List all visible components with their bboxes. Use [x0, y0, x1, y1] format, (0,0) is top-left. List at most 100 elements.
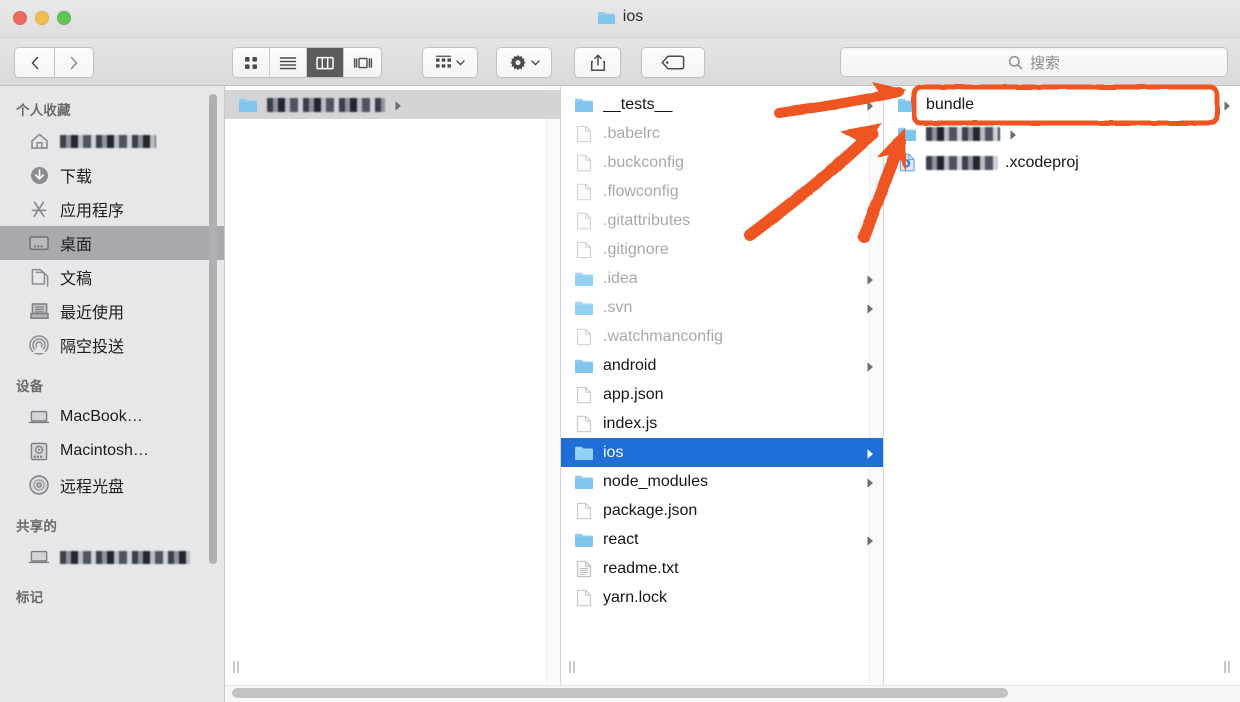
- sidebar-scrollbar[interactable]: [209, 94, 217, 564]
- finder-content: 个人收藏 下载 应用程序 桌面 文稿 最近使用 隔空投送 设备 MacBook……: [0, 86, 1240, 702]
- gallery-view-button[interactable]: [344, 48, 381, 77]
- sidebar-item-airdrop[interactable]: 隔空投送: [0, 328, 224, 362]
- list-item[interactable]: .babelrc: [561, 119, 883, 148]
- list-item[interactable]: .gitignore: [561, 235, 883, 264]
- documents-icon: [28, 266, 50, 288]
- search-field[interactable]: 搜索: [840, 47, 1228, 77]
- disclosure-arrow-icon: [1009, 128, 1018, 140]
- view-mode-group: [232, 47, 382, 78]
- close-button[interactable]: [13, 11, 27, 25]
- applications-icon: [28, 198, 50, 220]
- disclosure-arrow-icon: [866, 534, 875, 546]
- sidebar-item-applications[interactable]: 应用程序: [0, 192, 224, 226]
- list-item[interactable]: android: [561, 351, 883, 380]
- text-file-icon: [574, 560, 594, 578]
- disclosure-arrow-icon: [866, 99, 875, 111]
- list-item-label: .gitattributes: [603, 211, 691, 229]
- column-3: bundle .xcodeproj: [884, 86, 1240, 702]
- list-icon: [279, 56, 297, 69]
- list-item-label: yarn.lock: [603, 588, 668, 606]
- window-title: ios: [0, 8, 1240, 26]
- sidebar-item-desktop[interactable]: 桌面: [0, 226, 224, 260]
- list-item-label: [267, 97, 385, 112]
- sidebar-item-macbook-label: MacBook…: [60, 408, 143, 425]
- sidebar-item-home-label: [60, 134, 156, 148]
- sidebar-item-macintosh-hd-label: Macintosh…: [60, 442, 149, 459]
- disclosure-arrow-icon: [866, 476, 875, 488]
- list-item[interactable]: yarn.lock: [561, 583, 883, 612]
- list-item-label: .watchmanconfig: [603, 327, 724, 345]
- search-icon: [1008, 55, 1023, 69]
- arrange-button[interactable]: [422, 47, 478, 78]
- disclosure-arrow-icon: [866, 273, 875, 285]
- list-item[interactable]: index.js: [561, 409, 883, 438]
- action-menu-button[interactable]: [496, 47, 552, 78]
- sidebar-item-macintosh-hd[interactable]: Macintosh…: [0, 434, 224, 468]
- horizontal-scrollbar-thumb[interactable]: [232, 688, 1008, 698]
- list-item-label: bundle: [926, 95, 975, 113]
- tags-button[interactable]: [641, 47, 705, 78]
- list-item-selected[interactable]: ios: [561, 438, 883, 467]
- folder-icon: [238, 96, 258, 114]
- folder-icon: [897, 96, 917, 114]
- laptop-icon: [28, 546, 50, 568]
- list-item[interactable]: .buckconfig: [561, 148, 883, 177]
- list-item-label: .flowconfig: [603, 182, 679, 200]
- sidebar-item-shared-computer[interactable]: [0, 540, 224, 574]
- harddisk-icon: [28, 440, 50, 462]
- traffic-lights: [13, 11, 71, 25]
- back-button[interactable]: [14, 47, 54, 78]
- sidebar-item-recents[interactable]: 最近使用: [0, 294, 224, 328]
- folder-icon: [574, 96, 594, 114]
- column-2-resize-handle[interactable]: [566, 660, 578, 674]
- list-item[interactable]: bundle: [884, 90, 1240, 119]
- sidebar-item-downloads-label: 下载: [60, 169, 93, 186]
- forward-button[interactable]: [54, 47, 94, 78]
- minimize-button[interactable]: [35, 11, 49, 25]
- sidebar-item-home[interactable]: [0, 124, 224, 158]
- column-3-resize-handle[interactable]: [1221, 660, 1233, 674]
- sidebar-item-remote-disc[interactable]: 远程光盘: [0, 468, 224, 502]
- sidebar-item-downloads[interactable]: 下载: [0, 158, 224, 192]
- share-button[interactable]: [574, 47, 621, 78]
- list-item[interactable]: readme.txt: [561, 554, 883, 583]
- list-item[interactable]: package.json: [561, 496, 883, 525]
- list-item[interactable]: .idea: [561, 264, 883, 293]
- list-item[interactable]: app.json: [561, 380, 883, 409]
- list-item-label-redacted: [926, 155, 998, 170]
- sidebar-item-macbook[interactable]: MacBook…: [0, 400, 224, 434]
- column-2: __tests__ .babelrc .buckconfig .flowconf…: [561, 86, 884, 702]
- list-item-label: .gitignore: [603, 240, 669, 258]
- gallery-icon: [353, 57, 372, 68]
- disc-icon: [28, 474, 50, 496]
- downloads-icon: [28, 164, 50, 186]
- list-item[interactable]: react: [561, 525, 883, 554]
- column-1-resize-handle[interactable]: [230, 660, 242, 674]
- list-item[interactable]: .gitattributes: [561, 206, 883, 235]
- home-icon: [28, 130, 50, 152]
- list-item[interactable]: [225, 90, 560, 119]
- column-2-list: __tests__ .babelrc .buckconfig .flowconf…: [561, 86, 883, 612]
- chevron-down-icon: [456, 59, 465, 66]
- file-icon: [574, 386, 594, 404]
- list-item[interactable]: .svn: [561, 293, 883, 322]
- sidebar-item-documents[interactable]: 文稿: [0, 260, 224, 294]
- column-view-button[interactable]: [307, 48, 344, 77]
- icon-view-button[interactable]: [233, 48, 270, 77]
- list-item[interactable]: .xcodeproj: [884, 148, 1240, 177]
- file-icon: [574, 415, 594, 433]
- folder-icon: [574, 270, 594, 288]
- navigation-buttons: [14, 47, 94, 78]
- list-item[interactable]: __tests__: [561, 90, 883, 119]
- folder-icon: [574, 299, 594, 317]
- tag-icon: [661, 55, 685, 70]
- list-view-button[interactable]: [270, 48, 307, 77]
- zoom-button[interactable]: [57, 11, 71, 25]
- list-item[interactable]: [884, 119, 1240, 148]
- list-item[interactable]: node_modules: [561, 467, 883, 496]
- folder-icon: [574, 357, 594, 375]
- list-item[interactable]: .flowconfig: [561, 177, 883, 206]
- chevron-right-icon: [70, 56, 78, 69]
- folder-icon: [574, 444, 594, 462]
- list-item[interactable]: .watchmanconfig: [561, 322, 883, 351]
